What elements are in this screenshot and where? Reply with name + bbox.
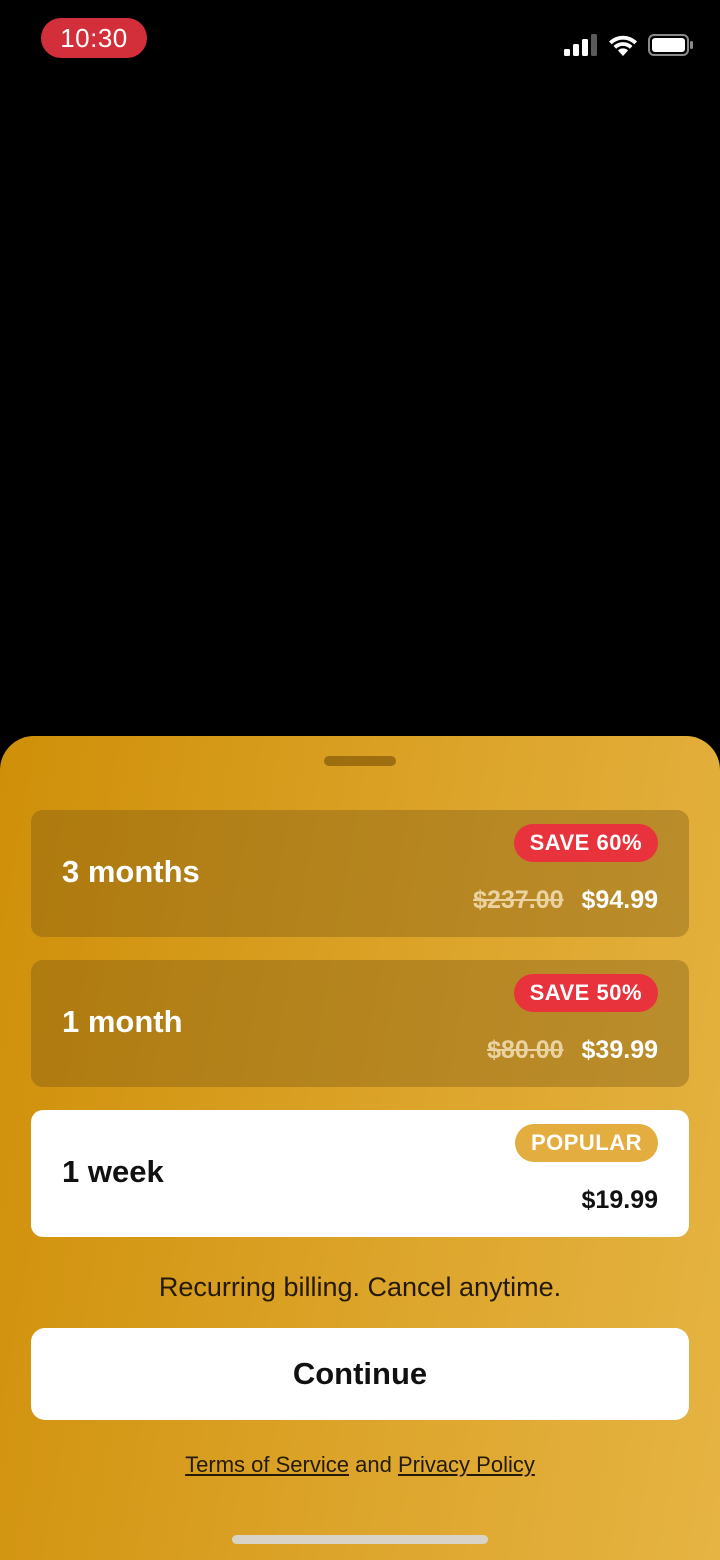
cellular-signal-icon — [564, 34, 598, 56]
original-price: $80.00 — [487, 1036, 564, 1064]
save-badge: SAVE 50% — [513, 974, 658, 1012]
plan-price-row: $19.99 — [582, 1186, 658, 1215]
popular-badge: POPULAR — [514, 1124, 658, 1162]
plan-price: $39.99 — [581, 1036, 658, 1064]
legal-conjunction: and — [355, 1452, 392, 1477]
status-time: 10:30 — [41, 18, 147, 58]
legal-links: Terms of Service and Privacy Policy — [0, 1452, 720, 1478]
plan-price: $19.99 — [581, 1186, 658, 1214]
privacy-policy-link[interactable]: Privacy Policy — [398, 1452, 535, 1477]
paywall-sheet: 3 months SAVE 60% $237.00 $94.99 1 month… — [0, 736, 720, 1560]
plan-name: 1 month — [62, 1004, 183, 1039]
billing-note: Recurring billing. Cancel anytime. — [158, 1272, 562, 1302]
plan-price-row: $237.00 $94.99 — [473, 886, 658, 915]
continue-button[interactable]: Continue — [31, 1328, 689, 1420]
plan-option-3-months[interactable]: 3 months SAVE 60% $237.00 $94.99 — [31, 810, 689, 937]
sheet-grabber-handle[interactable] — [324, 756, 396, 766]
terms-of-service-link[interactable]: Terms of Service — [185, 1452, 349, 1477]
save-badge: SAVE 60% — [513, 824, 658, 862]
original-price: $237.00 — [473, 886, 564, 914]
status-bar: 10:30 — [0, 0, 720, 80]
plan-price-row: $80.00 $39.99 — [487, 1036, 658, 1065]
wifi-icon — [608, 34, 638, 56]
plan-option-1-month[interactable]: 1 month SAVE 50% $80.00 $39.99 — [31, 960, 689, 1087]
plan-price: $94.99 — [581, 886, 658, 914]
plan-option-1-week[interactable]: 1 week POPULAR $19.99 — [31, 1110, 689, 1237]
home-indicator — [232, 1535, 488, 1544]
plan-name: 1 week — [62, 1154, 164, 1189]
plan-name: 3 months — [62, 854, 200, 889]
battery-icon — [648, 34, 694, 56]
status-icons — [564, 30, 694, 60]
